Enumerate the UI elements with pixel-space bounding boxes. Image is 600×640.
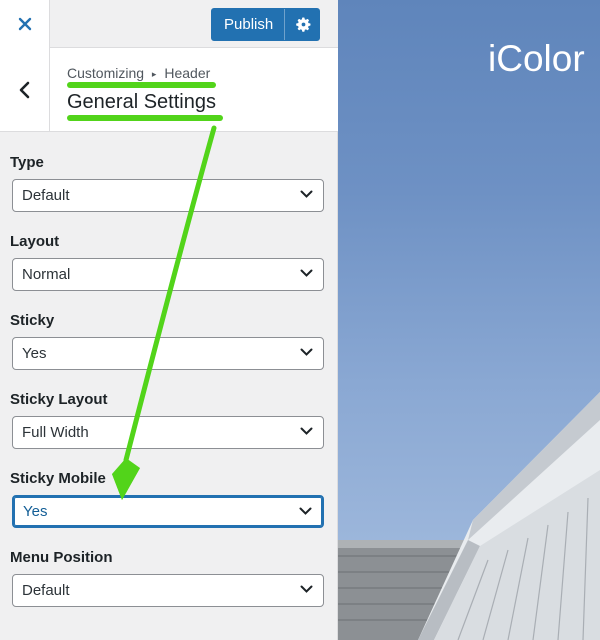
gear-icon[interactable] — [295, 16, 312, 33]
customizer-topbar: Publish — [0, 0, 338, 48]
close-button[interactable] — [0, 0, 50, 48]
control-sticky-layout: Sticky Layout Full Width — [10, 390, 326, 449]
section-title: General Settings — [67, 91, 216, 113]
select-value: Default — [22, 582, 70, 599]
breadcrumb-prefix: Customizing — [67, 65, 145, 81]
select-value: Normal — [22, 266, 71, 283]
publish-label: Publish — [224, 16, 274, 33]
sticky-layout-select[interactable]: Full Width — [12, 416, 324, 449]
close-icon — [18, 17, 31, 31]
control-label: Type — [10, 154, 44, 171]
chevron-down-icon — [300, 348, 313, 356]
chevron-down-icon — [300, 190, 313, 198]
back-button[interactable] — [0, 48, 50, 131]
control-label: Layout — [10, 233, 60, 250]
type-select[interactable]: Default — [12, 179, 324, 212]
chevron-down-icon — [300, 427, 313, 435]
select-value: Full Width — [22, 424, 89, 441]
chevron-left-icon — [19, 81, 29, 98]
section-header: Customizing ▸ Header General Settings — [0, 48, 338, 132]
control-layout: Layout Normal — [10, 232, 326, 291]
publish-button[interactable]: Publish — [211, 8, 320, 41]
control-label: Sticky Layout — [10, 391, 108, 408]
control-label: Sticky — [10, 312, 55, 329]
select-value: Default — [22, 187, 70, 204]
site-preview[interactable]: iColor — [338, 0, 600, 640]
select-value: Yes — [22, 345, 47, 362]
chevron-down-icon — [300, 269, 313, 277]
sticky-select[interactable]: Yes — [12, 337, 324, 370]
building-image — [338, 392, 600, 640]
sticky-mobile-select[interactable]: Yes — [12, 495, 324, 528]
control-sticky: Sticky Yes — [10, 311, 326, 370]
control-label: Sticky Mobile — [10, 470, 106, 487]
select-value: Yes — [23, 503, 48, 520]
chevron-down-icon — [300, 585, 313, 593]
control-menu-position: Menu Position Default — [10, 548, 326, 607]
chevron-down-icon — [299, 507, 312, 515]
control-label: Menu Position — [10, 549, 113, 566]
site-title[interactable]: iColor — [488, 38, 585, 80]
layout-select[interactable]: Normal — [12, 258, 324, 291]
breadcrumb-highlight — [67, 82, 216, 88]
control-type: Type Default — [10, 153, 326, 212]
customizer-sidebar: Publish Customizing ▸ Header General Set… — [0, 0, 338, 640]
control-sticky-mobile: Sticky Mobile Yes — [10, 469, 326, 528]
breadcrumb-current: Header — [164, 65, 211, 81]
title-highlight — [67, 115, 223, 121]
breadcrumb-separator: ▸ — [151, 69, 157, 79]
publish-divider — [284, 9, 285, 40]
breadcrumb: Customizing ▸ Header — [67, 65, 210, 81]
menu-position-select[interactable]: Default — [12, 574, 324, 607]
